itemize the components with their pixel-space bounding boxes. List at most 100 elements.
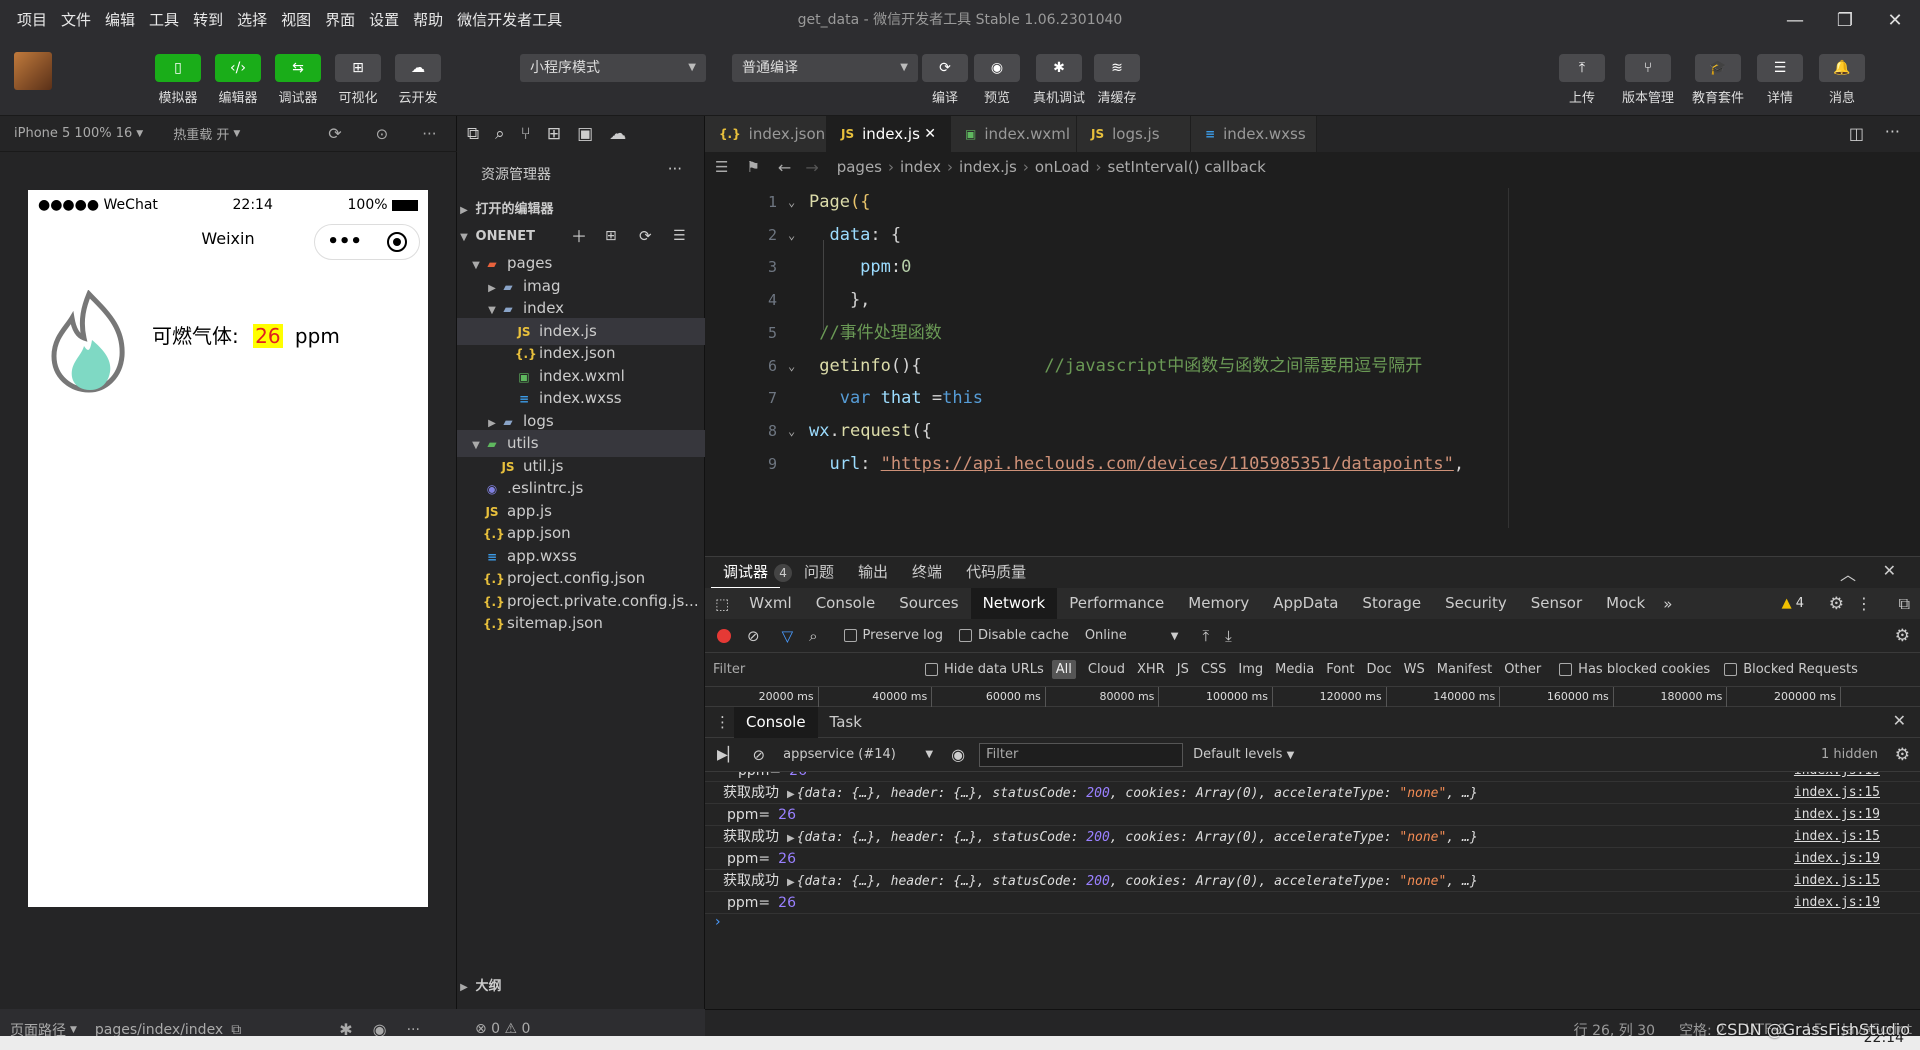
log-source[interactable]: index.js:15 (1794, 826, 1880, 848)
devtools-tab-Memory[interactable]: Memory (1176, 588, 1261, 619)
search-icon[interactable]: ⌕ (495, 124, 505, 144)
log-source[interactable]: index.js:19 (1794, 848, 1880, 870)
tab-index.wxml[interactable]: ▣ index.wxml (951, 116, 1077, 152)
log-source[interactable]: index.js:15 (1794, 870, 1880, 892)
project-avatar[interactable] (14, 52, 52, 90)
toolbar-button-2[interactable]: ⇆ 调试器 (270, 54, 326, 106)
forward-icon[interactable]: → (805, 158, 818, 177)
list-icon[interactable]: ☰ (715, 158, 728, 176)
warning-count[interactable]: ▲ 4 (1782, 596, 1804, 611)
menu-item[interactable]: 工具 (142, 0, 186, 40)
toolbar-button-3[interactable]: ⊞ 可视化 (330, 54, 386, 106)
toolbar-button-预览[interactable]: ◉ 预览 (969, 54, 1025, 106)
hide-data-urls-checkbox[interactable]: Hide data URLs (925, 662, 1044, 677)
sidebar-toggle-icon[interactable]: ▶▏ (717, 747, 739, 763)
menu-item[interactable]: 项目 (10, 0, 54, 40)
project-section[interactable]: ▼ ONENET ＋ ⊞ ⟳ ☰ (457, 223, 705, 250)
collapse-icon[interactable]: ☰ (673, 223, 686, 250)
log-source[interactable]: index.js:19 (1794, 772, 1880, 782)
menu-item[interactable]: 视图 (274, 0, 318, 40)
devtools-tab-Storage[interactable]: Storage (1350, 588, 1433, 619)
close-app-icon[interactable] (386, 232, 407, 252)
upload-icon[interactable]: ⤒ (1202, 627, 1209, 645)
levels-select[interactable]: Default levels ▼ (1193, 747, 1294, 762)
toolbar-button-清缓存[interactable]: ≋ 清缓存 (1089, 54, 1145, 106)
filter-XHR[interactable]: XHR (1137, 662, 1165, 677)
extensions-icon[interactable]: ⊞ (547, 124, 561, 144)
refresh-icon[interactable]: ⟳ (639, 223, 652, 250)
filter-Font[interactable]: Font (1326, 662, 1354, 677)
filter-Doc[interactable]: Doc (1367, 662, 1392, 677)
console-prompt[interactable]: › (715, 914, 721, 930)
log-object[interactable]: {data: {…}, header: {…}, statusCode: 200… (797, 874, 1478, 889)
gear-icon[interactable]: ⚙ (1829, 594, 1844, 614)
tab-index.json[interactable]: {.} index.json (705, 116, 827, 152)
menu-item[interactable]: 帮助 (406, 0, 450, 40)
filter-JS[interactable]: JS (1177, 662, 1189, 677)
disable-cache-checkbox[interactable]: Disable cache (958, 628, 1069, 643)
blocked-requests-checkbox[interactable]: Blocked Requests (1724, 662, 1858, 677)
menu-item[interactable]: 文件 (54, 0, 98, 40)
gear-icon[interactable]: ⚙ (1895, 745, 1910, 765)
panel-tab[interactable]: 终端 (900, 557, 954, 588)
filter-WS[interactable]: WS (1404, 662, 1425, 677)
breadcrumb-item[interactable]: index (900, 158, 941, 176)
eye-icon[interactable]: ◉ (951, 745, 965, 764)
close-icon[interactable]: ✕ (1870, 0, 1920, 40)
gear-icon[interactable]: ⚙ (1895, 626, 1910, 646)
devtools-tab-Console[interactable]: Console (804, 588, 888, 619)
drawer-menu-icon[interactable]: ⋮ (715, 713, 730, 731)
log-source[interactable]: index.js:19 (1794, 804, 1880, 826)
back-icon[interactable]: ← (778, 158, 791, 177)
toolbar-button-编译[interactable]: ⟳ 编译 (917, 54, 973, 106)
tab-index.js[interactable]: JS index.js ✕ (827, 116, 951, 152)
filter-Img[interactable]: Img (1238, 662, 1263, 677)
breadcrumb-item[interactable]: index.js (959, 158, 1017, 176)
panel-tab[interactable]: 代码质量 (954, 557, 1038, 588)
log-source[interactable]: index.js:19 (1794, 892, 1880, 914)
menu-item[interactable]: 编辑 (98, 0, 142, 40)
devtools-tab-Sensor[interactable]: Sensor (1519, 588, 1594, 619)
toolbar-button-1[interactable]: ‹/› 编辑器 (210, 54, 266, 106)
files-icon[interactable]: ⧉ (467, 124, 479, 144)
search-icon[interactable]: ⌕ (809, 627, 817, 645)
record-icon[interactable] (717, 628, 731, 643)
devtools-tab-Network[interactable]: Network (970, 588, 1058, 619)
breadcrumb-item[interactable]: onLoad (1035, 158, 1090, 176)
log-source[interactable]: index.js:15 (1794, 782, 1880, 804)
devtools-tab-Wxml[interactable]: Wxml (737, 588, 804, 619)
blocked-cookies-checkbox[interactable]: Has blocked cookies (1559, 662, 1710, 677)
bookmark-icon[interactable]: ⚑ (746, 158, 759, 176)
filter-icon[interactable]: ▽ (782, 627, 794, 645)
refresh-icon[interactable]: ⟳ (328, 124, 341, 143)
outline-section[interactable]: ▶ 大纲 (457, 973, 705, 1000)
toolbar-button-真机调试[interactable]: ✱ 真机调试 (1031, 54, 1087, 106)
code-area[interactable]: 1 ⌄ Page({2 ⌄ data: {3 ppm:0 4 }, 5 //事件处理函数 6… (705, 182, 1920, 556)
preserve-log-checkbox[interactable]: Preserve log (843, 628, 943, 643)
network-filter-input[interactable]: Filter (713, 662, 923, 677)
panel-tab[interactable]: 调试器 (711, 557, 781, 588)
source-control-icon[interactable]: ⑂ (521, 124, 531, 144)
filter-Media[interactable]: Media (1275, 662, 1314, 677)
devtools-tab-Mock[interactable]: Mock (1594, 588, 1657, 619)
close-icon[interactable]: ✕ (924, 126, 936, 142)
menu-item[interactable]: 微信开发者工具 (450, 0, 569, 40)
menu-item[interactable]: 设置 (362, 0, 406, 40)
hot-reload-toggle[interactable]: 热重载 开 (173, 124, 229, 143)
maximize-panel-icon[interactable]: ︿ (1840, 561, 1856, 585)
filter-Other[interactable]: Other (1504, 662, 1541, 677)
clear-console-icon[interactable]: ⊘ (753, 746, 766, 764)
compile-select[interactable]: 普通编译 ▼ (732, 54, 918, 82)
menu-item[interactable]: 选择 (230, 0, 274, 40)
more-icon[interactable]: ⋮ (1856, 594, 1872, 613)
devtools-tab-AppData[interactable]: AppData (1261, 588, 1350, 619)
inspect-icon[interactable]: ⬚ (715, 595, 729, 613)
devtools-tab-Security[interactable]: Security (1433, 588, 1519, 619)
filter-Manifest[interactable]: Manifest (1437, 662, 1492, 677)
toolbar-button-0[interactable]: ▯ 模拟器 (150, 54, 206, 106)
log-object[interactable]: {data: {…}, header: {…}, statusCode: 200… (797, 786, 1478, 801)
log-object[interactable]: {data: {…}, header: {…}, statusCode: 200… (797, 830, 1478, 845)
drawer-tab-Console[interactable]: Console (734, 706, 818, 738)
breadcrumb-item[interactable]: pages (837, 158, 882, 176)
expand-icon[interactable]: ▶ (787, 877, 795, 888)
